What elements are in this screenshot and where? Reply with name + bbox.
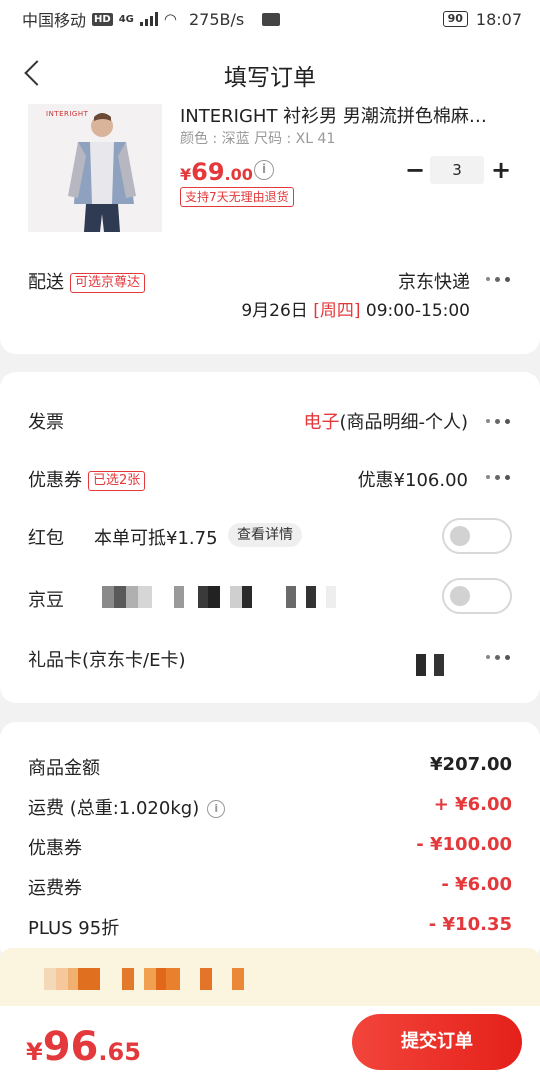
obscured-text [416,654,444,676]
quantity-stepper: − 3 + [400,156,516,184]
invoice-value[interactable]: 电子(商品明细-个人) [303,408,468,434]
coupon-value[interactable]: 优惠¥106.00 [358,466,468,492]
obscured-text [102,586,336,608]
status-bar: 中国移动 HD 4G ◠ 275B/s 90 18:07 [0,0,540,38]
battery-icon: 90 [442,11,468,27]
signal-icon [139,12,158,26]
summary-value-shipping: + ¥6.00 [433,794,512,815]
return-policy-tag: 支持7天无理由退货 [180,187,294,207]
hd-icon: HD [92,12,113,26]
delivery-label: 配送 [28,272,64,293]
info-icon[interactable]: i [207,800,226,818]
red-packet-text: 本单可抵¥1.75 [94,528,218,549]
briefcase-icon [262,12,281,26]
bottom-bar: ¥96.65 提交订单 [0,1006,540,1080]
price-summary-card: 商品金额 ¥207.00 运费 (总重:1.020kg) i + ¥6.00 优惠… [0,722,540,962]
total-price: ¥96.65 [26,1024,141,1070]
price-integer: 69 [191,158,225,186]
toggle-knob [450,526,470,546]
jd-beans-label: 京豆 [28,590,64,611]
more-dots-icon[interactable] [486,416,514,426]
delivery-date: 9月26日 [241,301,308,321]
total-integer: 96 [42,1024,99,1070]
invoice-label: 发票 [28,412,64,433]
minus-button[interactable]: − [400,156,430,184]
gift-card-label: 礼品卡(京东卡/E卡) [28,650,186,671]
delivery-time: 9月26日 [周四] 09:00-15:00 [241,296,470,321]
network-type: 4G [118,13,134,25]
summary-label-goods: 商品金额 [28,758,100,779]
obscured-text [44,968,244,990]
summary-value-coupon: - ¥100.00 [416,834,512,855]
summary-label-coupon: 优惠券 [28,838,82,859]
invoice-type: 电子 [303,412,340,433]
coupon-label: 优惠券 [28,470,82,491]
submit-order-button[interactable]: 提交订单 [352,1014,522,1070]
delivery-carrier: 京东快递 [398,272,470,293]
shipping-label-text: 运费 (总重:1.020kg) [28,798,200,819]
jd-beans-toggle[interactable] [442,578,512,614]
network-speed: 275B/s [188,9,245,29]
invoice-detail: (商品明细-个人) [339,412,468,433]
plus-button[interactable]: + [486,156,516,184]
toggle-knob [450,586,470,606]
delivery-badge: 可选京尊达 [70,273,146,293]
product-price: ¥69.00 [180,158,253,186]
product-card: INTERIGHT INTERIGHT 衬衫男 男潮流拼色棉麻… 颜色 : 深蓝… [0,96,540,354]
total-symbol: ¥ [26,1038,43,1066]
summary-label-shipping-coupon: 运费券 [28,878,82,899]
wifi-icon: ◠ [163,10,177,28]
summary-label-plus: PLUS 95折 [28,918,120,939]
product-spec: 颜色 : 深蓝 尺码 : XL 41 [180,131,336,147]
price-decimal: .00 [224,165,253,184]
red-packet-label: 红包 [28,528,64,549]
clock: 18:07 [475,9,522,29]
total-decimal: .65 [98,1038,141,1066]
more-dots-icon[interactable] [486,652,514,662]
page-title: 填写订单 [224,65,316,91]
more-dots-icon[interactable] [486,472,514,482]
shirt-model-illustration [68,113,136,232]
summary-label-shipping: 运费 (总重:1.020kg) i [28,794,226,820]
more-dots-icon[interactable] [486,274,514,284]
info-icon[interactable]: i [254,160,274,180]
delivery-weekday: [周四] [313,301,361,321]
coupon-badge: 已选2张 [88,471,146,491]
product-image[interactable]: INTERIGHT [28,104,162,232]
summary-value-goods: ¥207.00 [430,754,512,775]
summary-value-plus: - ¥10.35 [428,914,512,935]
product-title[interactable]: INTERIGHT 衬衫男 男潮流拼色棉麻… [180,102,487,128]
delivery-window: 09:00-15:00 [365,301,470,321]
quantity-value[interactable]: 3 [430,156,484,184]
red-packet-toggle[interactable] [442,518,512,554]
price-symbol: ¥ [180,165,192,184]
notice-bar [0,948,540,1006]
carrier-text: 中国移动 [22,11,87,30]
payment-options-card: 发票 电子(商品明细-个人) 优惠券 已选2张 优惠¥106.00 红包 本单可抵… [0,372,540,703]
coupon-row[interactable]: 优惠券 已选2张 [28,466,146,492]
view-details-chip[interactable]: 查看详情 [228,523,302,547]
summary-value-shipping-coupon: - ¥6.00 [441,874,512,895]
delivery-row[interactable]: 配送 可选京尊达 [28,268,146,294]
